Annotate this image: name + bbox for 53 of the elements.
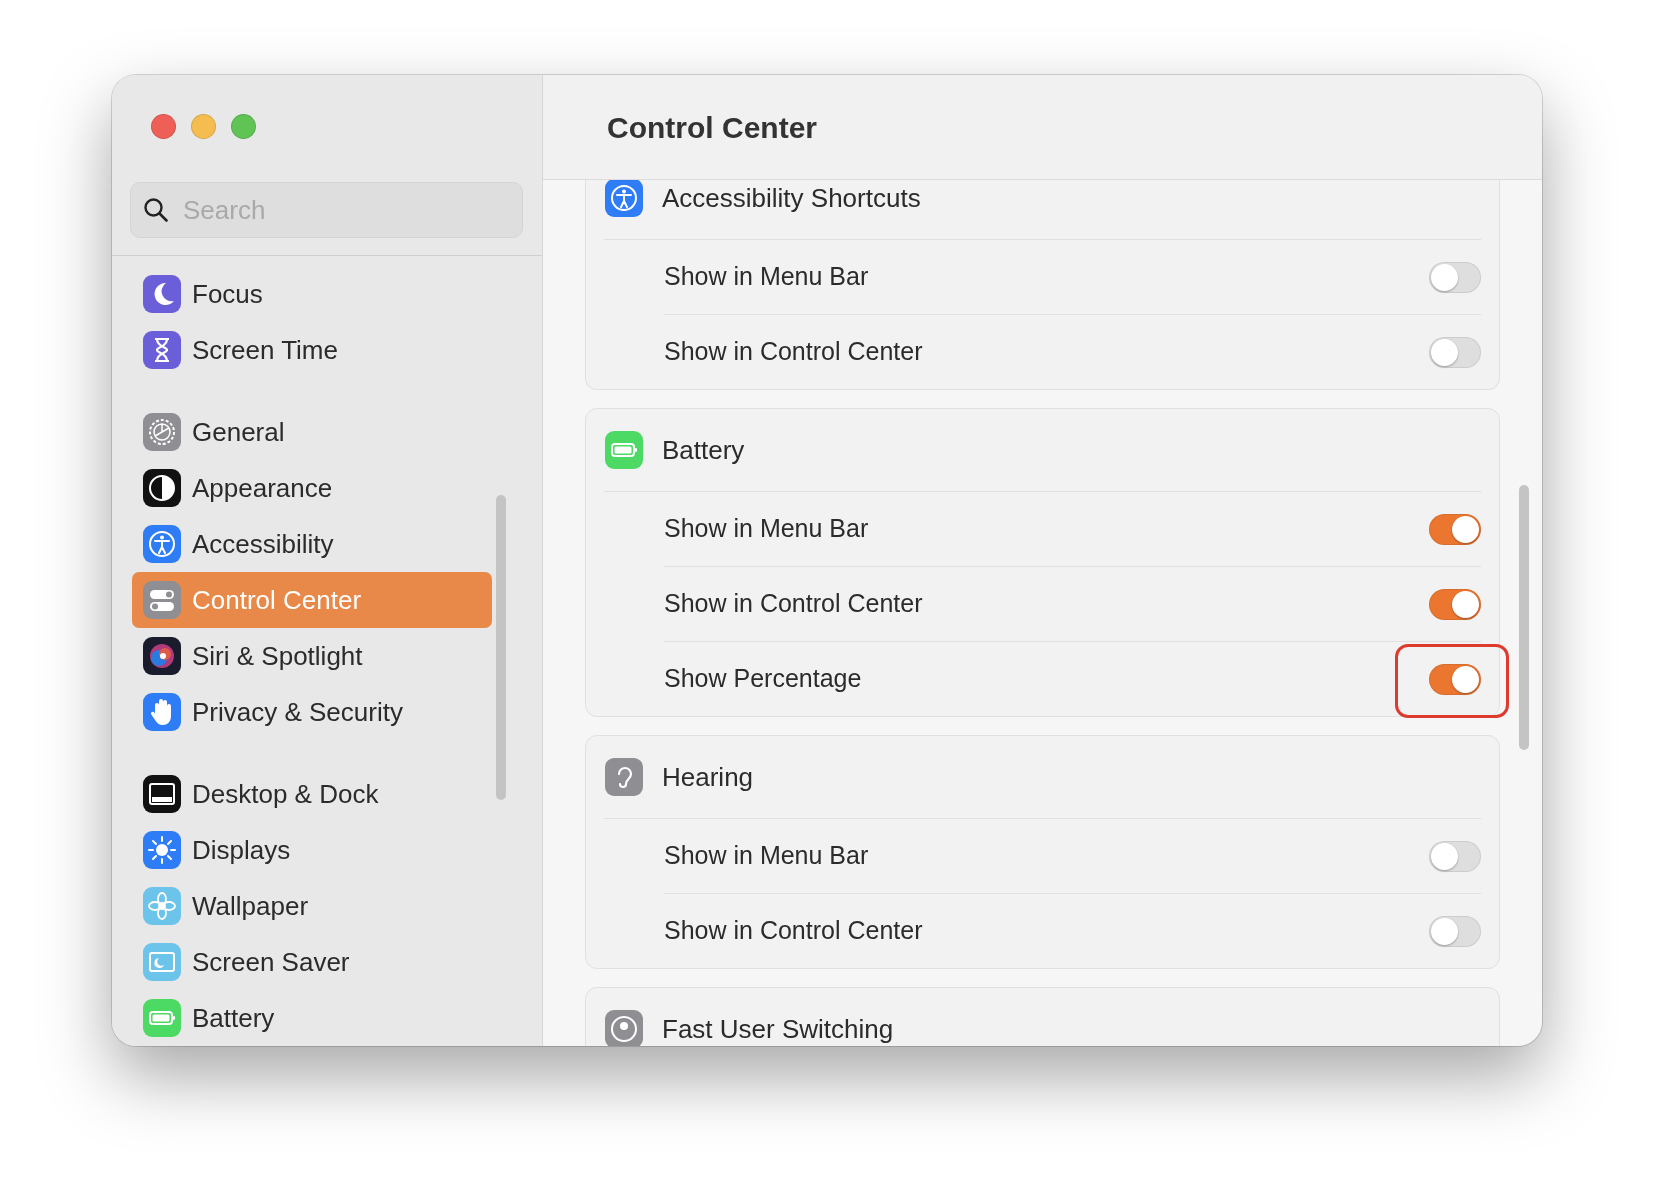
accessibility-icon (604, 180, 644, 218)
sidebar-item[interactable]: Siri & Spotlight (132, 628, 492, 684)
sidebar-item[interactable]: Desktop & Dock (132, 766, 492, 822)
orb-icon (142, 636, 182, 676)
toggle-switch[interactable] (1429, 588, 1481, 620)
sun-icon (142, 830, 182, 870)
window-title: Control Center (607, 109, 817, 146)
toggle-switch[interactable] (1429, 840, 1481, 872)
close-button[interactable] (151, 114, 176, 139)
toggle-switch[interactable] (1429, 261, 1481, 293)
hourglass-icon (142, 330, 182, 370)
dock-window-icon (142, 774, 182, 814)
battery-icon (142, 998, 182, 1038)
setting-label: Show in Menu Bar (664, 840, 869, 872)
gear-icon (142, 412, 182, 452)
sidebar-item[interactable]: Privacy & Security (132, 684, 492, 740)
section-title: Accessibility Shortcuts (662, 181, 921, 215)
sidebar-item[interactable]: Battery (132, 990, 492, 1046)
sidebar-item[interactable]: General (132, 404, 492, 460)
ear-icon (604, 757, 644, 797)
section-title: Fast User Switching (662, 1012, 894, 1046)
sidebar-item[interactable]: Screen Time (132, 322, 492, 378)
battery-icon (604, 430, 644, 470)
scrollbar-thumb[interactable] (496, 495, 506, 800)
toggles-icon (142, 580, 182, 620)
section-title: Hearing (662, 760, 754, 794)
sidebar-item[interactable]: Appearance (132, 460, 492, 516)
hand-icon (142, 692, 182, 732)
toggle-switch[interactable] (1429, 513, 1481, 545)
toggle-switch[interactable] (1429, 915, 1481, 947)
flower-icon (142, 886, 182, 926)
setting-label: Show in Control Center (664, 915, 923, 947)
sidebar-item[interactable]: Wallpaper (132, 878, 492, 934)
sidebar-item[interactable]: Focus (132, 266, 492, 322)
screen-moon-icon (142, 942, 182, 982)
appearance-icon (142, 468, 182, 508)
setting-label: Show in Menu Bar (664, 261, 869, 293)
minimize-button[interactable] (191, 114, 216, 139)
toggle-switch[interactable] (1429, 663, 1481, 695)
sidebar-item[interactable]: Accessibility (132, 516, 492, 572)
toggle-switch[interactable] (1429, 336, 1481, 368)
search-icon (143, 197, 169, 223)
zoom-button[interactable] (231, 114, 256, 139)
scrollbar-thumb[interactable] (1519, 485, 1529, 750)
sidebar-item[interactable]: Displays (132, 822, 492, 878)
setting-label: Show in Control Center (664, 588, 923, 620)
section-title: Battery (662, 433, 745, 467)
moon-icon (142, 274, 182, 314)
setting-label: Show Percentage (664, 663, 862, 695)
sidebar-item[interactable]: Screen Saver (132, 934, 492, 990)
accessibility-icon (142, 524, 182, 564)
setting-label: Show in Menu Bar (664, 513, 869, 545)
setting-label: Show in Control Center (664, 336, 923, 368)
